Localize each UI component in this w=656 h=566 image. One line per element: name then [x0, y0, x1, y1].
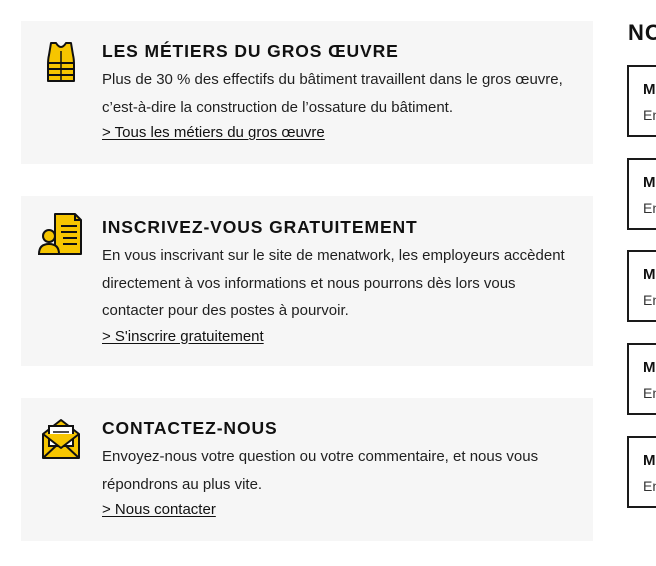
resume-person-icon — [37, 210, 85, 258]
card-link-contact[interactable]: > Nous contacter — [102, 498, 216, 522]
sidebar-offer-card[interactable]: M En — [627, 343, 656, 415]
sidebar-offer-card[interactable]: M En — [627, 436, 656, 508]
info-card-contact: CONTACTEZ-NOUS Envoyez-nous votre questi… — [21, 398, 593, 541]
card-title: CONTACTEZ-NOUS — [102, 418, 278, 438]
safety-vest-icon — [37, 37, 85, 85]
offer-subtitle: En — [643, 292, 656, 308]
info-card-inscription: INSCRIVEZ-VOUS GRATUITEMENT En vous insc… — [21, 196, 593, 366]
card-link-inscription[interactable]: > S'inscrire gratuitement — [102, 325, 264, 349]
offer-subtitle: En — [643, 478, 656, 494]
card-link-metiers[interactable]: > Tous les métiers du gros œuvre — [102, 121, 325, 145]
offer-subtitle: En — [643, 200, 656, 216]
info-card-gros-oeuvre: LES MÉTIERS DU GROS ŒUVRE Plus de 30 % d… — [21, 21, 593, 164]
card-title: LES MÉTIERS DU GROS ŒUVRE — [102, 41, 399, 61]
sidebar-offer-card[interactable]: M En — [627, 158, 656, 230]
card-text: Plus de 30 % des effectifs du bâtiment t… — [102, 71, 563, 116]
offer-title: M — [643, 81, 656, 98]
card-title: INSCRIVEZ-VOUS GRATUITEMENT — [102, 217, 418, 237]
card-text: En vous inscrivant sur le site de menatw… — [102, 247, 565, 319]
offer-title: M — [643, 452, 656, 469]
sidebar-title: NO — [628, 20, 656, 45]
envelope-letter-icon — [37, 414, 85, 462]
offer-subtitle: En — [643, 385, 656, 401]
card-text: Envoyez-nous votre question ou votre com… — [102, 448, 539, 493]
offer-title: M — [643, 174, 656, 191]
offer-title: M — [643, 266, 656, 283]
sidebar-offer-card[interactable]: M En — [627, 65, 656, 137]
offer-subtitle: En — [643, 107, 656, 123]
offer-title: M — [643, 359, 656, 376]
sidebar-offer-card[interactable]: M En — [627, 250, 656, 322]
